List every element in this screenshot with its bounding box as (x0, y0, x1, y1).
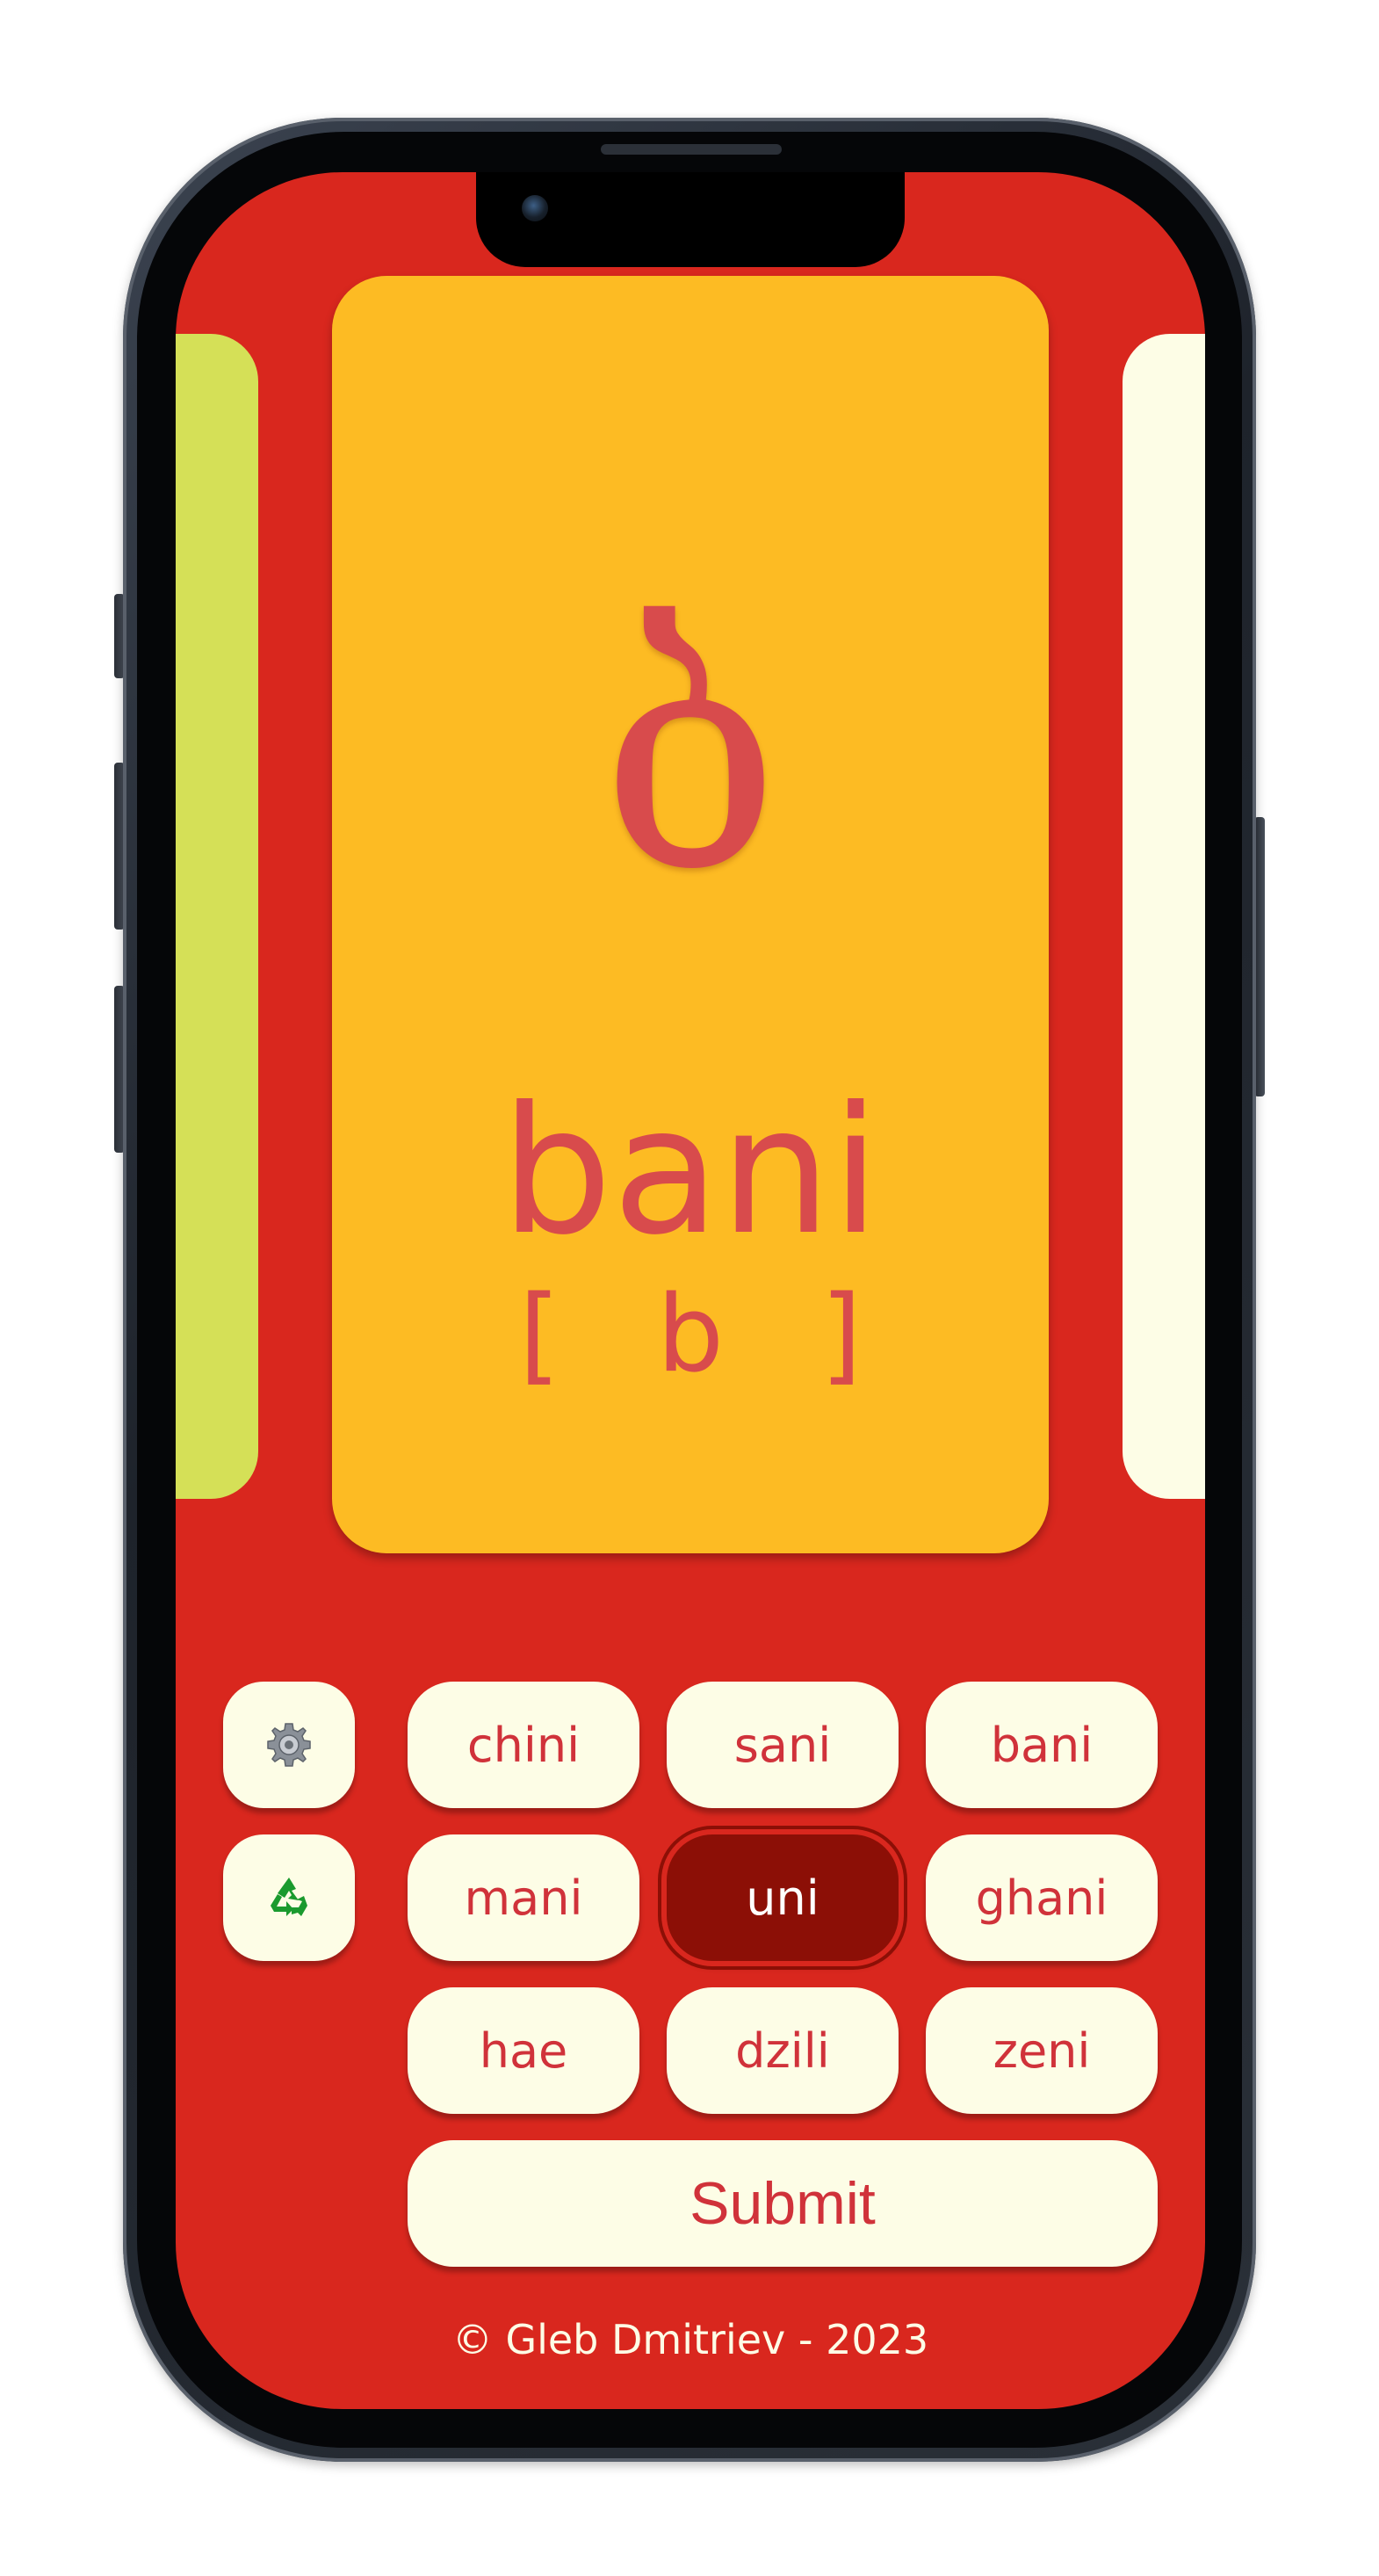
page: ბ bani [ b ] chini sani bani mani uni gh… (0, 0, 1379, 2576)
option-button[interactable]: sani (667, 1682, 899, 1808)
letter-name: bani (501, 1069, 880, 1274)
letter-glyph: ბ (600, 575, 781, 943)
speaker-grille (601, 144, 782, 155)
option-button[interactable]: ghani (926, 1834, 1158, 1961)
submit-button[interactable]: Submit (408, 2140, 1158, 2267)
settings-button[interactable] (223, 1682, 355, 1808)
reset-button[interactable] (223, 1834, 355, 1961)
option-button[interactable]: zeni (926, 1987, 1158, 2114)
previous-card[interactable] (176, 334, 258, 1499)
option-button[interactable]: mani (408, 1834, 639, 1961)
copyright-footer: © Gleb Dmitriev - 2023 (451, 2316, 929, 2363)
option-button[interactable]: hae (408, 1987, 639, 2114)
front-camera (522, 195, 548, 221)
letter-pronunciation: [ b ] (518, 1274, 894, 1396)
next-card[interactable] (1123, 334, 1205, 1499)
option-button[interactable]: bani (926, 1682, 1158, 1808)
option-button[interactable]: chini (408, 1682, 639, 1808)
option-button-selected[interactable]: uni (667, 1834, 899, 1961)
recycle-icon (271, 1878, 307, 1916)
letter-card: ბ bani [ b ] (332, 276, 1049, 1553)
gear-icon (267, 1723, 311, 1767)
option-button[interactable]: dzili (667, 1987, 899, 2114)
